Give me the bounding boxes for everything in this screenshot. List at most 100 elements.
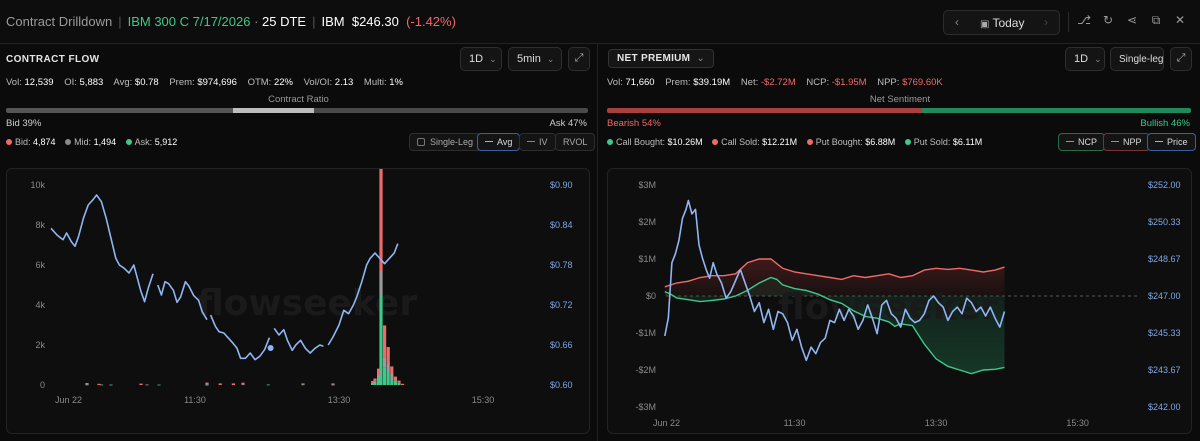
avg-line [50, 194, 399, 361]
contract-label: IBM 300 C 7/17/2026 [127, 14, 251, 29]
share-icon[interactable]: ⋖ [1120, 13, 1144, 31]
bid-bar [85, 383, 89, 385]
chevron-down-icon: ⌄ [696, 53, 705, 64]
expand-icon[interactable]: ⤢ [1170, 47, 1192, 71]
mid-bar [379, 271, 383, 295]
x-tick-label: 11:30 [184, 395, 206, 405]
legend-value: $6.88M [865, 137, 896, 147]
chevron-right-icon[interactable]: › [1038, 15, 1054, 29]
legend-value: $6.11M [952, 137, 983, 147]
bid-bar [301, 383, 305, 385]
mid-bar [241, 384, 245, 386]
net-premium-chart[interactable]: $3M $2M $1M $0 -$1M -$2M -$3M $252.00 $250.33 $24… [607, 168, 1192, 434]
expand-icon[interactable]: ⤢ [568, 47, 590, 71]
interval-select[interactable]: 5min ⌄ [508, 47, 562, 71]
legend-call-bought: Call Bought: $10.26M [607, 137, 703, 147]
stat-vol-oi: 2.13 [334, 77, 354, 88]
change-label: (-1.42%) [406, 14, 456, 29]
chevron-down-icon: ⌄ [1094, 54, 1102, 64]
line-icon [1066, 141, 1074, 142]
mid-bar [331, 384, 335, 385]
toggle-label: Price [1167, 137, 1188, 147]
legend-value: 4,874 [33, 137, 56, 147]
contract-ratio-bar [6, 108, 588, 113]
bid-bar [397, 380, 401, 383]
refresh-icon[interactable]: ↻ [1096, 13, 1120, 31]
stat-label: NPP: [877, 77, 900, 88]
y-left-tick-label: 10k [30, 180, 45, 190]
bid-bar [383, 325, 387, 358]
ratio-mid-segment [232, 108, 315, 113]
single-leg-button[interactable]: Single-leg [1110, 47, 1164, 71]
top-bar: Contract Drilldown | IBM 300 C 7/17/2026 ·… [0, 0, 1200, 44]
mid-bar [109, 384, 113, 386]
period-select[interactable]: 1D ⌄ [1065, 47, 1105, 71]
close-icon[interactable]: ✕ [1168, 13, 1192, 31]
y-left-tick-label: -$1M [635, 328, 656, 338]
copy-icon[interactable]: ⧉ [1144, 13, 1168, 31]
title-divider: | [118, 14, 122, 29]
y-right-tick-label: $252.00 [1148, 180, 1181, 190]
panel-title: NET PREMIUM [617, 53, 691, 64]
bid-dot-icon [6, 139, 12, 145]
ask-bar [390, 379, 394, 385]
rvol-toggle[interactable]: RVOL [555, 133, 596, 151]
price-toggle[interactable]: Price [1147, 133, 1196, 151]
flow-stats: Vol: 12,539 OI: 5,883 Avg: $0.78 Prem: $… [6, 77, 403, 88]
mid-bar [371, 382, 375, 384]
bullish-segment [922, 108, 1191, 113]
stat-label: OI: [64, 77, 77, 88]
bookmark-icon[interactable]: ⎇ [1072, 13, 1096, 31]
ask-bar [266, 384, 270, 386]
mid-bar [386, 364, 390, 372]
net-sentiment-title: Net Sentiment [869, 94, 931, 105]
stat-premium: $974,696 [197, 77, 237, 88]
bid-bar [386, 347, 390, 364]
date-picker-button[interactable]: ▣ Today [980, 16, 1024, 30]
toggle-label: IV [539, 137, 548, 147]
x-tick-label: 11:30 [784, 418, 806, 428]
legend-value: $12.21M [762, 137, 798, 147]
toggle-label: NPP [1123, 137, 1142, 147]
mid-bar [205, 384, 209, 385]
x-tick-label: 15:30 [472, 395, 495, 405]
mid-bar [85, 384, 89, 385]
contract-flow-chart[interactable]: flowseeker 10k 8k 6k 4k 2k 0 $0.90 $0.84 $0.78 $0.… [6, 168, 590, 434]
period-value: 1D [469, 53, 484, 65]
line-icon [527, 141, 535, 142]
y-right-tick-label: $245.33 [1148, 328, 1181, 338]
bid-bar [371, 381, 375, 383]
stat-net: -$2.72M [760, 77, 796, 88]
bid-bar [218, 383, 222, 385]
bid-bar [231, 383, 235, 385]
bearish-segment [607, 108, 923, 113]
legend-label: Bid: [15, 137, 31, 147]
period-select[interactable]: 1D ⌄ [460, 47, 502, 71]
y-left-tick-label: 2k [35, 340, 45, 350]
stat-label: Vol: [6, 77, 22, 88]
y-left-tick-label: $2M [638, 217, 656, 227]
bid-bar [97, 383, 101, 385]
watermark-text: flowseeker [197, 283, 417, 324]
ncp-toggle[interactable]: NCP [1058, 133, 1106, 151]
panel-title: CONTRACT FLOW [6, 54, 100, 65]
bid-bar [139, 383, 143, 385]
stat-avg: $0.78 [134, 77, 159, 88]
ratio-ask-segment [314, 108, 588, 113]
bid-bar [331, 383, 335, 385]
chevron-down-icon: ⌄ [489, 54, 497, 64]
mid-bar [397, 382, 401, 384]
ask-bar [157, 384, 161, 386]
y-right-tick-label: $243.67 [1148, 365, 1181, 375]
single-leg-toggle[interactable]: Single-Leg [409, 133, 482, 151]
bid-bar [393, 376, 397, 381]
avg-toggle[interactable]: Avg [477, 133, 521, 151]
premium-stats: Vol: 71,660 Prem: $39.19M Net: -$2.72M N… [607, 77, 943, 88]
x-tick-label: 13:30 [328, 395, 351, 405]
mid-bar [377, 375, 381, 377]
iv-toggle[interactable]: IV [519, 133, 556, 151]
net-premium-select[interactable]: NET PREMIUM ⌄ [608, 49, 714, 68]
npp-toggle[interactable]: NPP [1103, 133, 1150, 151]
line-icon [1111, 141, 1119, 142]
chevron-left-icon[interactable]: ‹ [949, 15, 965, 29]
